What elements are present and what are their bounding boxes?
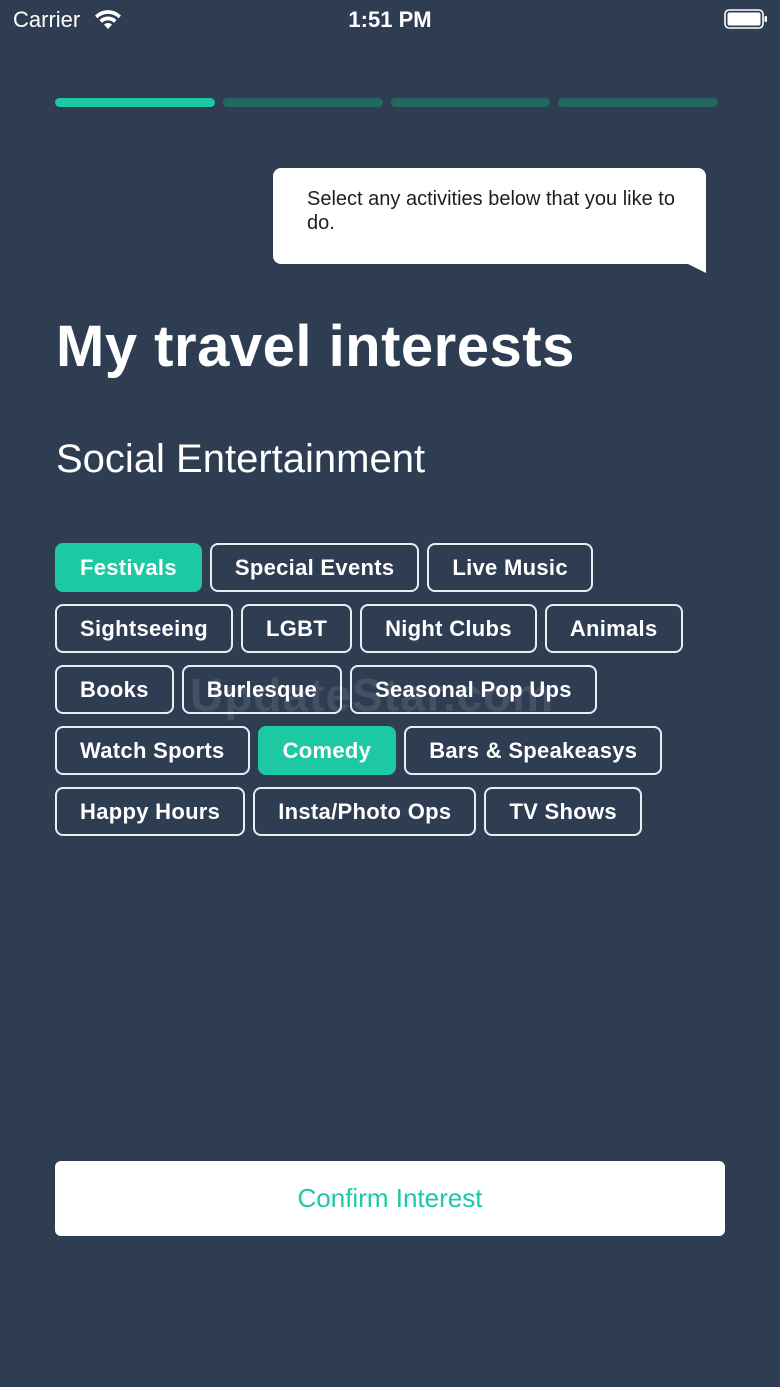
bubble-tail <box>688 264 706 273</box>
progress-segment-2 <box>222 98 383 107</box>
chip-sightseeing[interactable]: Sightseeing <box>55 604 233 653</box>
watermark: UpdateStar.com <box>190 669 555 721</box>
battery-icon <box>724 9 767 29</box>
status-time: 1:51 PM <box>348 7 432 32</box>
chip-books[interactable]: Books <box>55 665 174 714</box>
chip-tv-shows[interactable]: TV Shows <box>484 787 642 836</box>
page-title: My travel interests <box>56 314 575 379</box>
progress-segment-4 <box>558 98 718 107</box>
chip-happy-hours[interactable]: Happy Hours <box>55 787 246 836</box>
status-bar: Carrier 1:51 PM <box>0 0 780 40</box>
onboarding-progress <box>55 98 718 107</box>
progress-segment-3 <box>390 98 551 107</box>
chip-special-events[interactable]: Special Events <box>209 543 420 592</box>
hint-text: Select any activities below that you lik… <box>307 188 675 234</box>
chip-festivals[interactable]: Festivals <box>55 543 202 592</box>
chip-lgbt[interactable]: LGBT <box>241 604 353 653</box>
chip-bars-speakeasys[interactable]: Bars & Speakeasys <box>404 726 663 775</box>
chip-comedy[interactable]: Comedy <box>257 726 397 775</box>
chip-insta-photo-ops[interactable]: Insta/Photo Ops <box>253 787 477 836</box>
progress-segment-1 <box>55 98 215 107</box>
chip-live-music[interactable]: Live Music <box>427 543 593 592</box>
confirm-interest-button[interactable]: Confirm Interest <box>55 1161 725 1236</box>
hint-bubble: Select any activities below that you lik… <box>273 168 706 273</box>
section-title: Social Entertainment <box>56 437 426 481</box>
chip-watch-sports[interactable]: Watch Sports <box>55 726 250 775</box>
chip-animals[interactable]: Animals <box>544 604 683 653</box>
chip-night-clubs[interactable]: Night Clubs <box>360 604 537 653</box>
